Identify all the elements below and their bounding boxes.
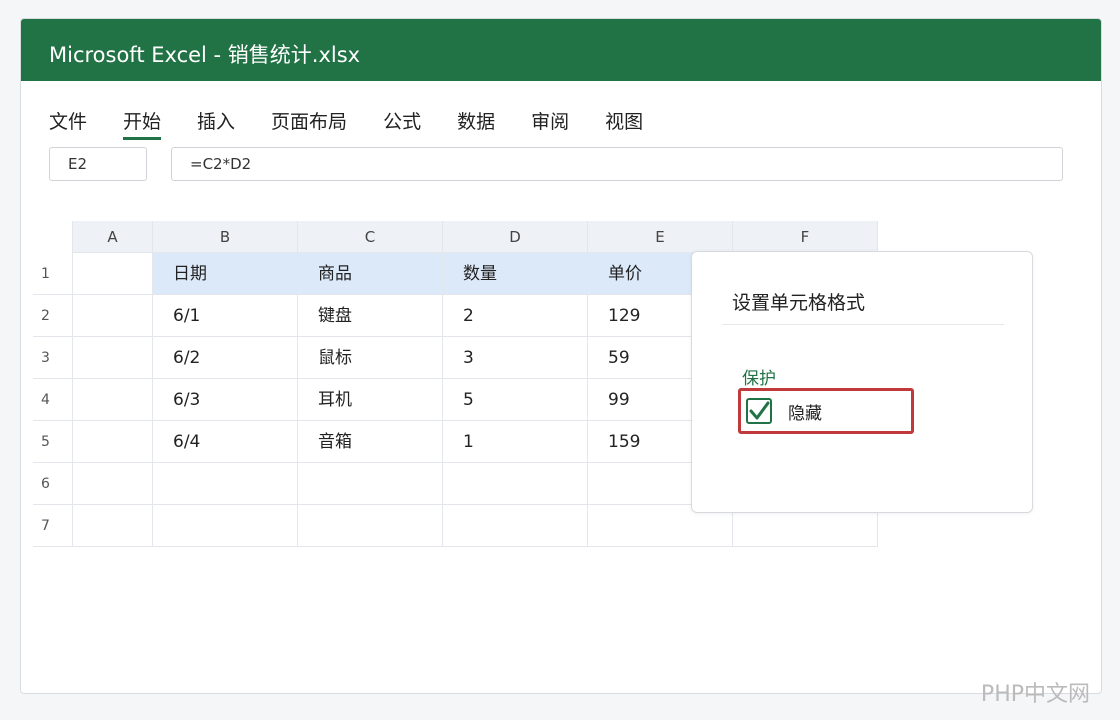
column-header-a[interactable]: A	[73, 221, 153, 253]
cell-a6[interactable]	[73, 463, 153, 505]
cell-b4[interactable]: 6/3	[153, 379, 298, 421]
cell-a1[interactable]	[73, 253, 153, 295]
cell-d6[interactable]	[443, 463, 588, 505]
tab-file[interactable]: 文件	[49, 107, 87, 140]
cell-b1[interactable]: 日期	[153, 253, 298, 295]
tab-insert[interactable]: 插入	[197, 107, 235, 140]
cell-c7[interactable]	[298, 505, 443, 547]
protection-section-label: 保护	[742, 369, 776, 389]
cell-d3[interactable]: 3	[443, 337, 588, 379]
column-header-d[interactable]: D	[443, 221, 588, 253]
row-header[interactable]: 6	[33, 463, 73, 505]
column-header-f[interactable]: F	[733, 221, 878, 253]
column-header-c[interactable]: C	[298, 221, 443, 253]
cell-d5[interactable]: 1	[443, 421, 588, 463]
tab-formulas[interactable]: 公式	[383, 107, 421, 140]
cell-c4[interactable]: 耳机	[298, 379, 443, 421]
watermark-text: PHP中文网	[980, 682, 1090, 707]
column-header-e[interactable]: E	[588, 221, 733, 253]
tab-page-layout[interactable]: 页面布局	[271, 107, 347, 140]
cell-c5[interactable]: 音箱	[298, 421, 443, 463]
tab-data[interactable]: 数据	[457, 107, 495, 140]
row-header[interactable]: 1	[33, 253, 73, 295]
tab-review[interactable]: 审阅	[531, 107, 569, 140]
tab-home[interactable]: 开始	[123, 107, 162, 140]
cell-c3[interactable]: 鼠标	[298, 337, 443, 379]
cell-b3[interactable]: 6/2	[153, 337, 298, 379]
checkmark-icon	[749, 401, 770, 420]
hidden-checkbox[interactable]	[746, 398, 772, 424]
column-header-row: A B C D E F	[33, 221, 878, 253]
cell-b7[interactable]	[153, 505, 298, 547]
cell-c6[interactable]	[298, 463, 443, 505]
cell-d7[interactable]	[443, 505, 588, 547]
cell-d2[interactable]: 2	[443, 295, 588, 337]
select-all-corner[interactable]	[33, 221, 73, 253]
excel-window: Microsoft Excel - 销售统计.xlsx 文件 开始 插入 页面布…	[20, 18, 1102, 694]
cell-a4[interactable]	[73, 379, 153, 421]
cell-c2[interactable]: 键盘	[298, 295, 443, 337]
column-header-b[interactable]: B	[153, 221, 298, 253]
window-title: Microsoft Excel - 销售统计.xlsx	[21, 19, 1101, 81]
dialog-divider	[722, 324, 1004, 325]
cell-b5[interactable]: 6/4	[153, 421, 298, 463]
cell-c1[interactable]: 商品	[298, 253, 443, 295]
hidden-checkbox-label[interactable]: 隐藏	[788, 399, 822, 424]
row-header[interactable]: 7	[33, 505, 73, 547]
row-header[interactable]: 5	[33, 421, 73, 463]
name-box[interactable]: E2	[49, 147, 147, 181]
hidden-option-highlight: 隐藏	[738, 388, 914, 434]
cell-b2[interactable]: 6/1	[153, 295, 298, 337]
cell-d1[interactable]: 数量	[443, 253, 588, 295]
ribbon-tabs: 文件 开始 插入 页面布局 公式 数据 审阅 视图	[49, 107, 679, 140]
cell-b6[interactable]	[153, 463, 298, 505]
row-header[interactable]: 2	[33, 295, 73, 337]
cell-a2[interactable]	[73, 295, 153, 337]
dialog-title: 设置单元格格式	[732, 292, 866, 314]
format-cells-dialog: 设置单元格格式 保护 隐藏	[691, 251, 1033, 513]
row-header[interactable]: 4	[33, 379, 73, 421]
cell-d4[interactable]: 5	[443, 379, 588, 421]
cell-a5[interactable]	[73, 421, 153, 463]
cell-a3[interactable]	[73, 337, 153, 379]
tab-view[interactable]: 视图	[605, 107, 643, 140]
formula-bar[interactable]: =C2*D2	[171, 147, 1063, 181]
row-header[interactable]: 3	[33, 337, 73, 379]
cell-a7[interactable]	[73, 505, 153, 547]
